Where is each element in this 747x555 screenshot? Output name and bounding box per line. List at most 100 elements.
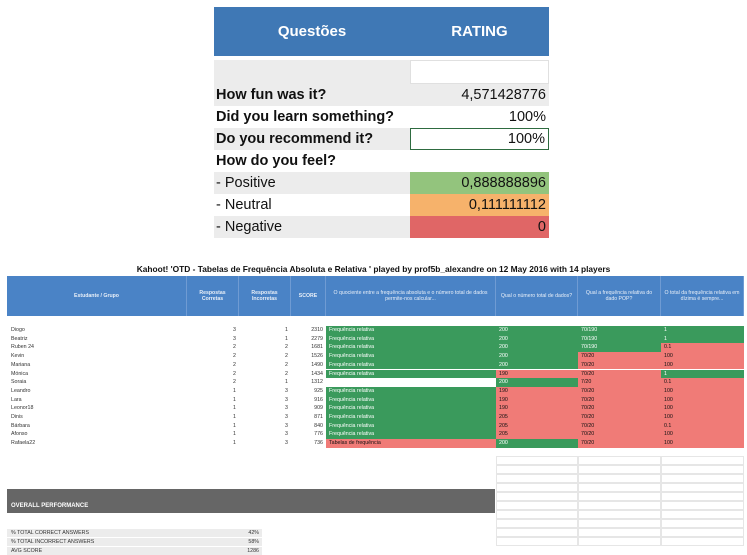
rating-value: 100% xyxy=(410,128,549,150)
student-name: Mónica xyxy=(11,370,29,377)
empty-cell xyxy=(496,465,578,474)
table-row: Kevin 2 2 1526 Frequência relativa 200 70/20 10… xyxy=(7,352,744,361)
answer-q3: 70/190 xyxy=(578,326,661,335)
header-question-2: Qual o número total de dados? xyxy=(496,276,578,316)
score-cell: 1490 xyxy=(311,361,323,368)
empty-cell xyxy=(661,528,744,537)
incorrect-count: 2 xyxy=(285,370,288,377)
empty-cell xyxy=(578,519,661,528)
blank-row xyxy=(214,60,549,84)
feeling-value: 0,111111112 xyxy=(410,194,549,216)
table-row: Diogo 3 1 2310 Frequência relativa 200 70/190 1 xyxy=(7,326,744,335)
answer-q2: 205 xyxy=(496,430,578,440)
empty-cell xyxy=(496,519,578,528)
empty-cell xyxy=(661,501,744,510)
incorrect-count: 1 xyxy=(285,327,288,333)
score-cell: 925 xyxy=(314,387,323,394)
empty-cell xyxy=(578,510,661,519)
stat-label: % TOTAL INCORRECT ANSWERS xyxy=(7,538,187,546)
answer-q3: 7/20 xyxy=(578,378,661,387)
stat-value: 58% xyxy=(187,538,262,546)
incorrect-count: 3 xyxy=(285,431,288,438)
correct-count: 2 xyxy=(233,370,236,377)
student-name: Mariana xyxy=(11,361,31,368)
score-cell: 2310 xyxy=(311,327,323,333)
empty-cell xyxy=(496,537,578,546)
answer-q2: 200 xyxy=(496,326,578,335)
empty-cell xyxy=(578,483,661,492)
empty-cell xyxy=(578,492,661,501)
answer-q3: 70/190 xyxy=(578,343,661,353)
answer-q1: Tabelas de frequência xyxy=(326,439,496,448)
score-cell: 1312 xyxy=(311,379,323,386)
rating-row: Do you recommend it? 100% xyxy=(214,128,549,150)
answer-q2: 200 xyxy=(496,352,578,361)
answer-q2: 200 xyxy=(496,360,578,370)
empty-cell xyxy=(578,465,661,474)
correct-count: 1 xyxy=(233,405,236,412)
answer-q3: 70/190 xyxy=(578,334,661,344)
score-cell: 1434 xyxy=(311,370,323,377)
correct-count: 2 xyxy=(233,353,236,360)
header-score: SCORE xyxy=(291,276,326,316)
answer-q3: 70/20 xyxy=(578,395,661,405)
incorrect-count: 3 xyxy=(285,396,288,403)
rating-row: Did you learn something? 100% xyxy=(214,106,549,128)
answer-q3: 70/20 xyxy=(578,360,661,370)
answer-q2: 190 xyxy=(496,404,578,413)
rating-column-header: RATING xyxy=(451,23,508,40)
stat-row: % TOTAL CORRECT ANSWERS 42% xyxy=(7,529,262,537)
empty-cell xyxy=(578,537,661,546)
rating-row: - Neutral 0,111111112 xyxy=(214,194,549,216)
header-correct: Respostas Corretas xyxy=(187,276,239,316)
table-row: Bárbara 1 3 840 Frequência relativa 205 70/20 0… xyxy=(7,421,744,431)
answer-q1: Frequência relativa xyxy=(326,421,496,431)
correct-count: 1 xyxy=(233,440,236,447)
answer-q3: 70/20 xyxy=(578,439,661,448)
incorrect-count: 1 xyxy=(285,335,288,342)
header-student: Estudante / Grupo xyxy=(7,276,187,316)
student-name: Leandro xyxy=(11,387,31,394)
empty-cell xyxy=(578,528,661,537)
empty-cell xyxy=(661,483,744,492)
incorrect-count: 3 xyxy=(285,387,288,394)
score-cell: 776 xyxy=(314,431,323,438)
incorrect-count: 3 xyxy=(285,422,288,429)
empty-cell xyxy=(661,456,744,465)
score-cell: 2279 xyxy=(311,335,323,342)
score-cell: 871 xyxy=(314,414,323,420)
student-name: Beatriz xyxy=(11,335,28,342)
header-incorrect: Respostas Incorretas xyxy=(239,276,291,316)
answer-q4: 100 xyxy=(661,439,744,448)
student-name: Lara xyxy=(11,396,22,403)
answer-q3: 70/20 xyxy=(578,404,661,413)
question-label: Do you recommend it? xyxy=(214,128,410,150)
rating-row: How fun was it? 4,571428776 xyxy=(214,84,549,106)
rating-table: Questões RATING How fun was it? 4,571428… xyxy=(214,7,549,238)
student-name: Bárbara xyxy=(11,422,30,429)
student-name: Leonor18 xyxy=(11,405,34,412)
answer-q1: Frequência relativa xyxy=(326,395,496,405)
correct-count: 3 xyxy=(233,327,236,333)
incorrect-count: 2 xyxy=(285,344,288,351)
correct-count: 2 xyxy=(233,361,236,368)
table-row: Dinis 1 3 871 Frequência relativa 205 70/20 100 xyxy=(7,413,744,422)
feeling-value: 0 xyxy=(410,216,549,238)
header-question-4: O total da frequência relativa em dízima… xyxy=(661,276,744,316)
answer-q4: 100 xyxy=(661,430,744,440)
table-row: Lara 1 3 916 Frequência relativa 190 70/20 100 xyxy=(7,395,744,405)
rating-value: 4,571428776 xyxy=(410,84,549,106)
incorrect-count: 3 xyxy=(285,440,288,447)
answer-q1: Frequência relativa xyxy=(326,352,496,361)
answer-q2: 190 xyxy=(496,386,578,396)
answer-q2: 200 xyxy=(496,378,578,387)
sheet-header-row: Estudante / Grupo Respostas Corretas Res… xyxy=(7,276,744,316)
question-label: Did you learn something? xyxy=(216,109,395,125)
rating-row: - Negative 0 xyxy=(214,216,549,238)
score-cell: 840 xyxy=(314,422,323,429)
answer-q4: 100 xyxy=(661,413,744,422)
stat-value: 1286 xyxy=(187,547,262,555)
correct-count: 2 xyxy=(233,344,236,351)
rating-value: 100% xyxy=(508,109,546,125)
answer-q1: Frequência relativa xyxy=(326,386,496,396)
